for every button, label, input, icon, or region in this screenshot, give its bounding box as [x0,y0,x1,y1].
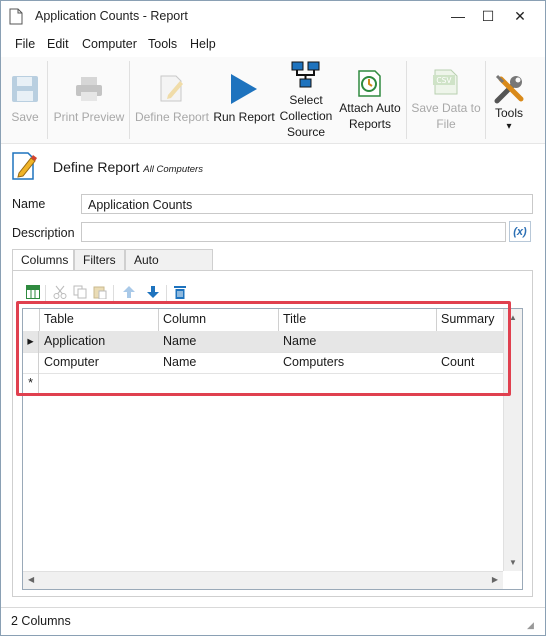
paste-icon[interactable] [93,285,107,302]
select-collection-source-line3: Source [286,125,326,139]
table-row[interactable]: Computer Name Computers Count [23,352,503,374]
scroll-up-icon[interactable]: ▲ [509,313,517,322]
play-icon [229,73,259,109]
table-row[interactable]: ▸ Application Name Name [23,331,503,353]
toolbar-separator [166,285,167,301]
attach-auto-reports-line1: Attach Auto [339,101,401,115]
tab-auto-reports[interactable]: Auto Reports [125,249,213,288]
tools-dropdown-icon: ▾ [506,121,512,132]
csv-icon: CSV [433,68,459,96]
run-report-label: Run Report [213,110,275,124]
page-subtitle: All Computers [143,164,203,175]
cut-icon[interactable] [53,285,67,302]
description-label: Description [12,226,75,240]
maximize-button[interactable]: ☐ [473,1,503,31]
toolbar-separator [113,285,114,301]
scroll-right-icon[interactable]: ▶ [492,575,498,584]
printer-icon [74,75,104,107]
attach-auto-reports-line2: Reports [348,117,392,131]
print-preview-label: Print Preview [53,110,125,124]
attach-auto-reports-button[interactable]: Attach Auto Reports [336,57,404,143]
menu-help[interactable]: Help [190,37,216,51]
toolbar-ribbon: Save Print Preview Define Report Run Rep… [1,57,545,144]
menu-edit[interactable]: Edit [47,37,69,51]
status-bar: 2 Columns ◢ [1,607,545,636]
save-label: Save [11,110,39,124]
document-icon [9,8,23,28]
status-text: 2 Columns [11,614,71,628]
minimize-button[interactable]: — [443,1,473,31]
vertical-scrollbar[interactable]: ▲ ▼ [503,309,522,571]
tab-filters[interactable]: Filters [74,249,125,271]
tools-button[interactable]: Tools ▾ [488,57,530,143]
new-row[interactable]: * [23,373,503,394]
close-button[interactable]: ✕ [505,1,535,31]
move-up-icon[interactable] [122,285,136,302]
horizontal-scrollbar[interactable]: ◀ ▶ [23,571,503,589]
define-report-header-icon [11,149,39,184]
name-label: Name [12,197,46,211]
column-header-title[interactable]: Title [279,309,437,331]
description-input[interactable] [81,222,506,242]
tools-icon [493,73,525,109]
grid-header-row: Table Column Title Summary [23,309,503,332]
toolbar-separator [45,285,46,301]
ribbon-separator [406,61,407,139]
ribbon-separator [47,61,48,139]
column-header-summary[interactable]: Summary [437,309,503,331]
cell-column[interactable]: Name [159,331,279,352]
run-report-button[interactable]: Run Report [212,57,276,143]
select-collection-source-button[interactable]: Select Collection Source [277,57,335,143]
menu-file[interactable]: File [15,37,35,51]
report-window: Application Counts - Report — ☐ ✕ File E… [0,0,546,636]
scroll-left-icon[interactable]: ◀ [28,575,34,584]
window-title: Application Counts - Report [35,9,188,23]
title-bar: Application Counts - Report — ☐ ✕ [1,1,545,31]
ribbon-separator [485,61,486,139]
clock-report-icon [356,68,384,102]
expression-button[interactable]: (x) [509,221,531,242]
svg-text:CSV: CSV [436,76,452,85]
cell-table[interactable]: Application [40,331,159,352]
copy-icon[interactable] [73,285,87,302]
menu-tools[interactable]: Tools [148,37,177,51]
scroll-down-icon[interactable]: ▼ [509,558,517,567]
columns-grid: Table Column Title Summary ▸ Application… [22,308,523,590]
save-data-to-file-button[interactable]: CSV Save Data to File [409,57,483,143]
new-row-indicator-icon[interactable]: * [23,373,39,394]
save-data-to-file-line2: File [436,117,456,131]
tab-columns[interactable]: Columns [12,249,74,272]
network-computers-icon [291,60,321,94]
move-down-icon[interactable] [146,285,160,302]
delete-icon[interactable] [174,285,186,302]
row-indicator-icon[interactable] [23,352,39,373]
cell-title[interactable]: Computers [279,352,437,373]
cell-table[interactable]: Computer [40,352,159,373]
page-title-text: Define Report [53,159,140,175]
column-header-column[interactable]: Column [159,309,279,331]
name-input[interactable]: Application Counts [81,194,533,214]
ribbon-separator [129,61,130,139]
cell-summary[interactable]: Count [437,352,503,373]
cell-summary[interactable] [437,331,503,352]
define-report-icon [158,73,186,107]
print-preview-button[interactable]: Print Preview [51,57,127,143]
define-report-button[interactable]: Define Report [133,57,211,143]
row-header-corner [23,309,40,331]
column-header-table[interactable]: Table [40,309,159,331]
save-data-to-file-line1: Save Data to [411,101,481,115]
cell-column[interactable]: Name [159,352,279,373]
save-button[interactable]: Save [5,57,45,143]
menu-computer[interactable]: Computer [82,37,137,51]
add-column-icon[interactable] [26,285,40,302]
cell-title[interactable]: Name [279,331,437,352]
select-collection-source-line2: Collection [279,109,333,123]
select-collection-source-line1: Select [289,93,323,107]
resize-grip-icon[interactable]: ◢ [527,620,534,631]
define-report-label: Define Report [134,110,210,124]
menu-bar: File Edit Computer Tools Help [1,34,545,54]
page-title: Define Report All Computers [53,159,203,175]
save-icon [11,75,39,107]
row-indicator-icon[interactable]: ▸ [23,331,39,352]
